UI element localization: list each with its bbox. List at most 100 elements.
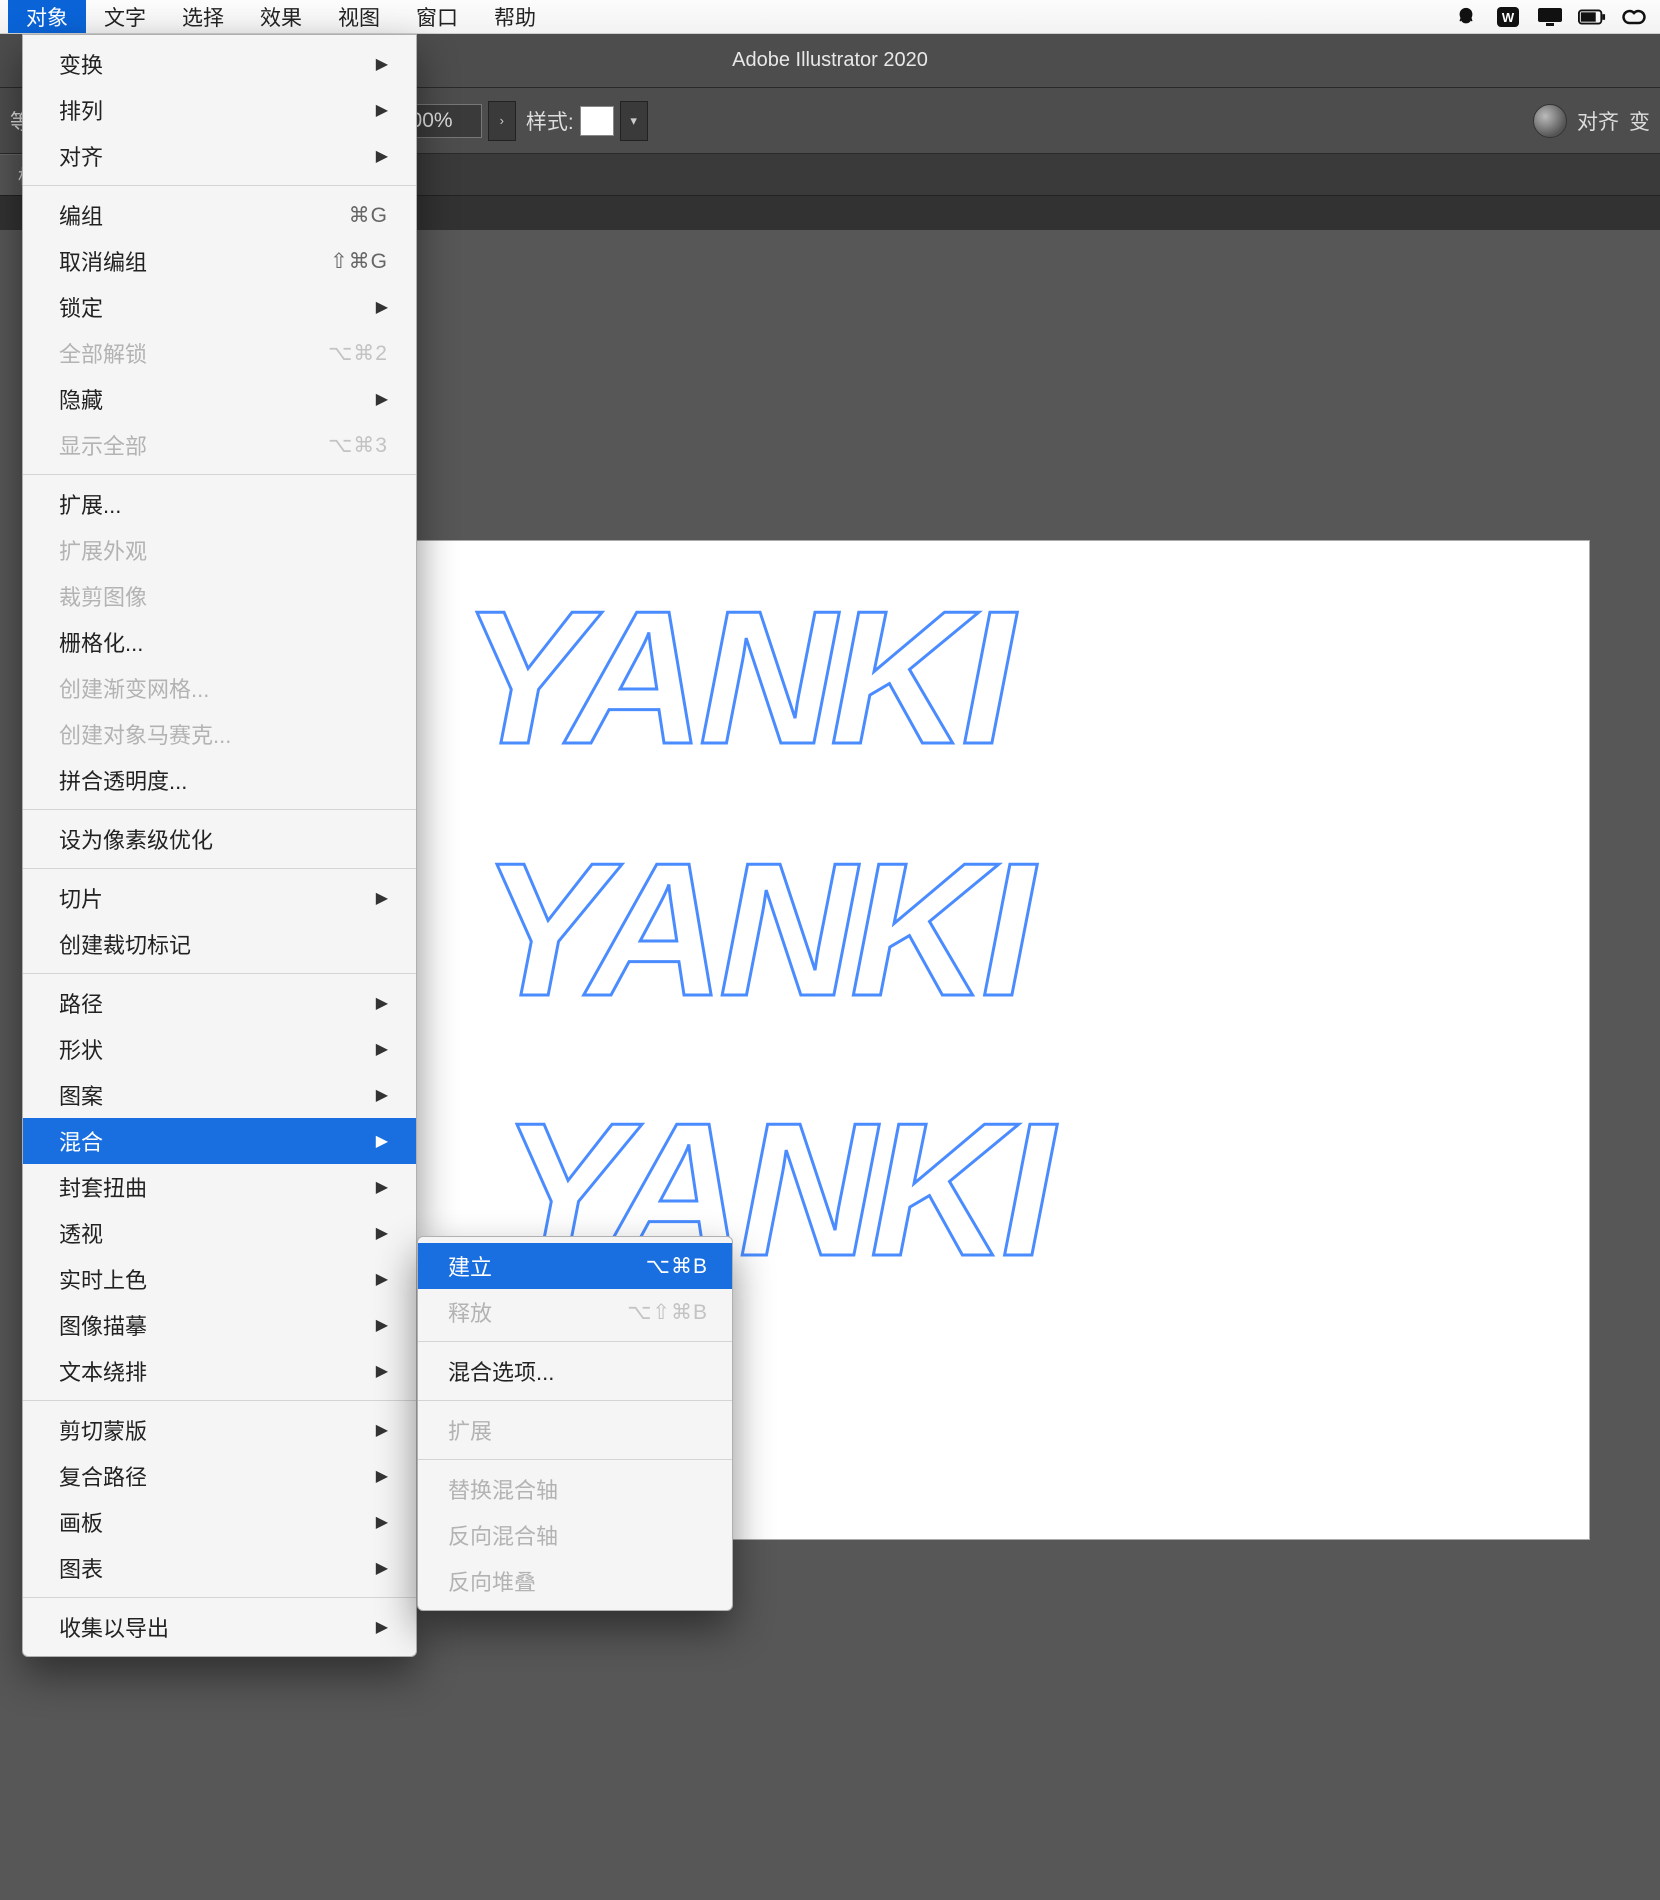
menu-item-label: 封套扭曲 xyxy=(59,1171,376,1203)
menu-separator xyxy=(23,1400,416,1401)
menu-item[interactable]: 透视▶ xyxy=(23,1210,416,1256)
menubar-item-object[interactable]: 对象 xyxy=(8,0,86,33)
menu-item-label: 取消编组 xyxy=(59,245,330,277)
menubar-item-label: 窗口 xyxy=(416,2,458,32)
menubar-item-help[interactable]: 帮助 xyxy=(476,0,554,33)
menu-item-label: 文本绕排 xyxy=(59,1355,376,1387)
menu-item-shortcut: ⌥⌘2 xyxy=(328,341,388,366)
menu-item[interactable]: 取消编组⇧⌘G xyxy=(23,238,416,284)
menu-item[interactable]: 文本绕排▶ xyxy=(23,1348,416,1394)
chevron-right-icon[interactable]: › xyxy=(488,101,516,141)
menu-item-label: 扩展外观 xyxy=(59,534,388,566)
submenu-arrow-icon: ▶ xyxy=(376,1466,388,1486)
menu-separator xyxy=(23,1597,416,1598)
outlined-text-row[interactable]: YANKI xyxy=(461,569,1008,787)
submenu-item: 扩展 xyxy=(418,1407,732,1453)
outlined-text-row[interactable]: YANKI xyxy=(481,821,1028,1039)
menubar-item-label: 帮助 xyxy=(494,2,536,32)
menu-separator xyxy=(23,474,416,475)
menu-item[interactable]: 图像描摹▶ xyxy=(23,1302,416,1348)
submenu-item-shortcut: ⌥⌘B xyxy=(646,1254,708,1279)
menu-item-label: 裁剪图像 xyxy=(59,580,388,612)
submenu-item[interactable]: 混合选项... xyxy=(418,1348,732,1394)
menu-item[interactable]: 切片▶ xyxy=(23,875,416,921)
style-swatch[interactable] xyxy=(580,106,614,136)
qq-icon[interactable] xyxy=(1452,6,1480,28)
menu-item[interactable]: 画板▶ xyxy=(23,1499,416,1545)
submenu-item-label: 替换混合轴 xyxy=(448,1473,708,1505)
menu-item[interactable]: 设为像素级优化 xyxy=(23,816,416,862)
menu-item-label: 排列 xyxy=(59,94,376,126)
submenu-item-label: 建立 xyxy=(448,1250,646,1282)
menu-item-label: 图表 xyxy=(59,1552,376,1584)
submenu-arrow-icon: ▶ xyxy=(376,1177,388,1197)
menu-item: 创建对象马赛克... xyxy=(23,711,416,757)
menu-item[interactable]: 排列▶ xyxy=(23,87,416,133)
menu-item: 扩展外观 xyxy=(23,527,416,573)
menu-item[interactable]: 扩展... xyxy=(23,481,416,527)
menu-item[interactable]: 图案▶ xyxy=(23,1072,416,1118)
submenu-arrow-icon: ▶ xyxy=(376,1361,388,1381)
menu-item-label: 形状 xyxy=(59,1033,376,1065)
menu-item-label: 全部解锁 xyxy=(59,337,328,369)
menu-item[interactable]: 实时上色▶ xyxy=(23,1256,416,1302)
menu-item-label: 创建裁切标记 xyxy=(59,928,388,960)
menu-item-label: 锁定 xyxy=(59,291,376,323)
menu-item[interactable]: 栅格化... xyxy=(23,619,416,665)
menubar-item-select[interactable]: 选择 xyxy=(164,0,242,33)
chevron-down-icon[interactable]: ▾ xyxy=(620,101,648,141)
submenu-item[interactable]: 建立⌥⌘B xyxy=(418,1243,732,1289)
submenu-arrow-icon: ▶ xyxy=(376,1558,388,1578)
menu-item[interactable]: 剪切蒙版▶ xyxy=(23,1407,416,1453)
creative-cloud-icon[interactable] xyxy=(1620,6,1648,28)
submenu-arrow-icon: ▶ xyxy=(376,1131,388,1151)
menu-item-label: 对齐 xyxy=(59,140,376,172)
menu-separator xyxy=(418,1459,732,1460)
display-icon[interactable] xyxy=(1536,6,1564,28)
mac-menubar: 对象 文字 选择 效果 视图 窗口 帮助 W xyxy=(0,0,1660,34)
submenu-arrow-icon: ▶ xyxy=(376,1085,388,1105)
menu-item[interactable]: 路径▶ xyxy=(23,980,416,1026)
menu-item[interactable]: 锁定▶ xyxy=(23,284,416,330)
submenu-arrow-icon: ▶ xyxy=(376,1617,388,1637)
menubar-item-window[interactable]: 窗口 xyxy=(398,0,476,33)
menubar-item-effect[interactable]: 效果 xyxy=(242,0,320,33)
submenu-arrow-icon: ▶ xyxy=(376,1223,388,1243)
menu-item[interactable]: 创建裁切标记 xyxy=(23,921,416,967)
menu-item[interactable]: 形状▶ xyxy=(23,1026,416,1072)
menu-item: 裁剪图像 xyxy=(23,573,416,619)
object-menu: 变换▶排列▶对齐▶编组⌘G取消编组⇧⌘G锁定▶全部解锁⌥⌘2隐藏▶显示全部⌥⌘3… xyxy=(22,34,417,1657)
transform-hint: 变 xyxy=(1629,101,1650,141)
submenu-item-label: 扩展 xyxy=(448,1414,708,1446)
menu-item[interactable]: 复合路径▶ xyxy=(23,1453,416,1499)
outlined-text: YANKI xyxy=(481,824,1028,1036)
app-title-label: Adobe Illustrator 2020 xyxy=(732,49,928,72)
menu-item[interactable]: 混合▶ xyxy=(23,1118,416,1164)
align-button[interactable]: 对齐 xyxy=(1577,101,1619,141)
submenu-arrow-icon: ▶ xyxy=(376,389,388,409)
menu-item[interactable]: 图表▶ xyxy=(23,1545,416,1591)
menubar-item-view[interactable]: 视图 xyxy=(320,0,398,33)
menubar-item-label: 文字 xyxy=(104,2,146,32)
menu-item-label: 创建渐变网格... xyxy=(59,672,388,704)
menu-item[interactable]: 拼合透明度... xyxy=(23,757,416,803)
menu-item[interactable]: 收集以导出▶ xyxy=(23,1604,416,1650)
wps-icon[interactable]: W xyxy=(1494,6,1522,28)
menu-item[interactable]: 隐藏▶ xyxy=(23,376,416,422)
menu-item[interactable]: 编组⌘G xyxy=(23,192,416,238)
menu-item-label: 扩展... xyxy=(59,488,388,520)
outlined-text: YANKI xyxy=(461,572,1008,784)
submenu-item: 反向堆叠 xyxy=(418,1558,732,1604)
menu-item-label: 编组 xyxy=(59,199,349,231)
battery-icon[interactable] xyxy=(1578,6,1606,28)
menu-item[interactable]: 对齐▶ xyxy=(23,133,416,179)
menu-item-label: 创建对象马赛克... xyxy=(59,718,388,750)
submenu-arrow-icon: ▶ xyxy=(376,54,388,74)
submenu-item: 释放⌥⇧⌘B xyxy=(418,1289,732,1335)
menubar-item-type[interactable]: 文字 xyxy=(86,0,164,33)
menu-item[interactable]: 封套扭曲▶ xyxy=(23,1164,416,1210)
submenu-item: 反向混合轴 xyxy=(418,1512,732,1558)
menu-item[interactable]: 变换▶ xyxy=(23,41,416,87)
menu-item-label: 切片 xyxy=(59,882,376,914)
recolor-artwork-icon[interactable] xyxy=(1533,104,1567,138)
